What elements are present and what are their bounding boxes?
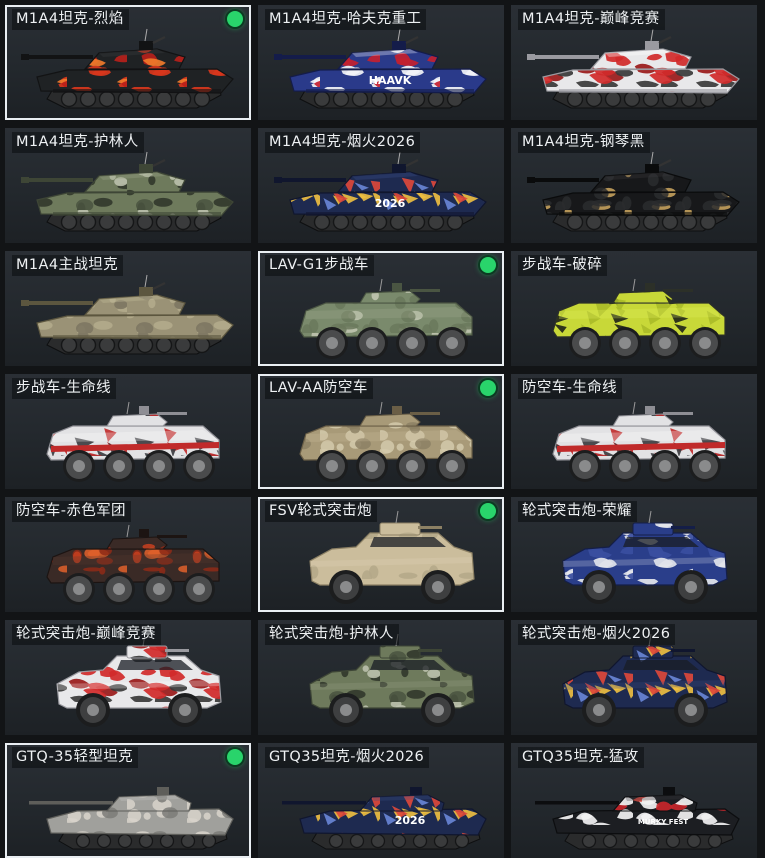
skin-name-label: 轮式突击炮-荣耀 — [518, 501, 637, 522]
vehicle-skin-grid: M1A4坦克-烈焰 HAAVK M1A4坦克-哈夫克重工 M1A4坦克-巅峰竞赛 M1A… — [5, 5, 761, 858]
skin-name-label: 轮式突击炮-烟火2026 — [518, 624, 676, 645]
equipped-dot-icon — [480, 503, 496, 519]
skin-name-label: M1A4坦克-钢琴黑 — [518, 132, 650, 153]
equipped-dot-icon — [227, 11, 243, 27]
skin-name-label: GTQ-35轻型坦克 — [12, 747, 139, 768]
equipped-dot-icon — [480, 257, 496, 273]
vehicle-model — [309, 510, 475, 604]
vehicle-model — [299, 401, 473, 482]
vehicle-model — [21, 151, 234, 232]
skin-name-label: M1A4坦克-巅峰竞赛 — [518, 9, 665, 30]
skin-card[interactable]: HAAVK M1A4坦克-哈夫克重工 — [258, 5, 504, 120]
skin-name-label: M1A4坦克-烈焰 — [12, 9, 129, 30]
vehicle-model — [527, 28, 740, 109]
equipped-dot-icon — [480, 380, 496, 396]
vehicle-model — [46, 524, 220, 605]
skin-name-label: 防空车-生命线 — [518, 378, 623, 399]
skin-name-label: 步战车-破碎 — [518, 255, 608, 276]
vehicle-model — [21, 28, 234, 109]
equipped-dot-icon — [227, 749, 243, 765]
decal-text: HAAVK — [369, 74, 412, 87]
decal-text: MURKY FEST — [638, 818, 689, 826]
skin-name-label: 轮式突击炮-护林人 — [265, 624, 399, 645]
skin-card[interactable]: 轮式突击炮-荣耀 — [511, 497, 757, 612]
skin-name-label: 轮式突击炮-巅峰竞赛 — [12, 624, 161, 645]
skin-card[interactable]: 2026 M1A4坦克-烟火2026 — [258, 128, 504, 243]
skin-card[interactable]: LAV-AA防空车 — [258, 374, 504, 489]
skin-card[interactable]: 2026 GTQ35坦克-烟火2026 — [258, 743, 504, 858]
skin-card[interactable]: M1A4坦克-烈焰 — [5, 5, 251, 120]
vehicle-model — [552, 401, 726, 482]
skin-name-label: GTQ35坦克-烟火2026 — [265, 747, 430, 768]
decal-text: 2026 — [395, 814, 426, 827]
vehicle-model: MURKY FEST — [535, 787, 740, 850]
skin-card[interactable]: 防空车-赤色军团 — [5, 497, 251, 612]
skin-card[interactable]: M1A4坦克-巅峰竞赛 — [511, 5, 757, 120]
vehicle-model — [552, 278, 726, 359]
skin-card[interactable]: 防空车-生命线 — [511, 374, 757, 489]
vehicle-model: 2026 — [274, 151, 487, 232]
decal-text: 2026 — [375, 197, 406, 210]
skin-name-label: M1A4坦克-哈夫克重工 — [265, 9, 427, 30]
vehicle-model — [56, 633, 222, 727]
skin-card[interactable]: 轮式突击炮-巅峰竞赛 — [5, 620, 251, 735]
skin-card[interactable]: M1A4主战坦克 — [5, 251, 251, 366]
skin-card[interactable]: MURKY FEST GTQ35坦克-猛攻 — [511, 743, 757, 858]
skin-card[interactable]: GTQ-35轻型坦克 — [5, 743, 251, 858]
vehicle-model — [29, 787, 234, 850]
skin-card[interactable]: 轮式突击炮-烟火2026 — [511, 620, 757, 735]
skin-card[interactable]: 步战车-生命线 — [5, 374, 251, 489]
vehicle-model — [21, 274, 234, 355]
skin-name-label: 防空车-赤色军团 — [12, 501, 131, 522]
skin-name-label: M1A4主战坦克 — [12, 255, 124, 276]
skin-card[interactable]: 步战车-破碎 — [511, 251, 757, 366]
skin-name-label: M1A4坦克-护林人 — [12, 132, 144, 153]
skin-card[interactable]: M1A4坦克-钢琴黑 — [511, 128, 757, 243]
skin-card[interactable]: LAV-G1步战车 — [258, 251, 504, 366]
vehicle-model: HAAVK — [274, 28, 487, 109]
vehicle-model: 2026 — [282, 787, 487, 850]
skin-name-label: LAV-G1步战车 — [265, 255, 374, 276]
vehicle-model — [562, 510, 728, 604]
skin-card[interactable]: FSV轮式突击炮 — [258, 497, 504, 612]
skin-name-label: 步战车-生命线 — [12, 378, 117, 399]
skin-card[interactable]: 轮式突击炮-护林人 — [258, 620, 504, 735]
vehicle-model — [299, 278, 473, 359]
skin-name-label: FSV轮式突击炮 — [265, 501, 377, 522]
skin-card[interactable]: M1A4坦克-护林人 — [5, 128, 251, 243]
skin-name-label: M1A4坦克-烟火2026 — [265, 132, 421, 153]
vehicle-model — [309, 633, 475, 727]
vehicle-model — [46, 401, 220, 482]
vehicle-model — [527, 151, 740, 232]
skin-name-label: LAV-AA防空车 — [265, 378, 373, 399]
skin-name-label: GTQ35坦克-猛攻 — [518, 747, 644, 768]
vehicle-model — [562, 633, 728, 727]
